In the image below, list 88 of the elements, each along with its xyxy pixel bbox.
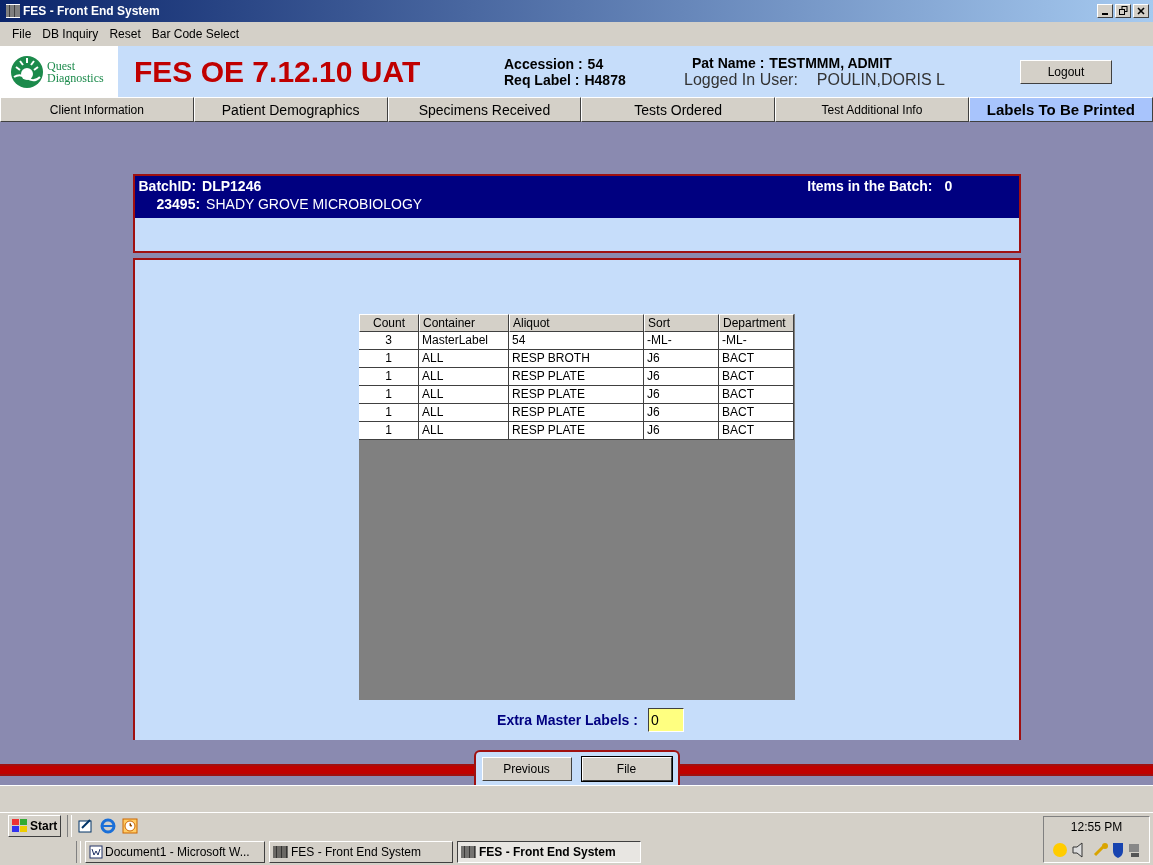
column-header[interactable]: Sort	[644, 314, 719, 333]
window-title: FES - Front End System	[23, 3, 160, 18]
tab[interactable]: Client Information	[0, 97, 194, 123]
table-cell: ALL	[419, 404, 509, 423]
minimize-button[interactable]	[1097, 3, 1113, 18]
req-value: H4878	[584, 71, 626, 88]
table-cell: -ML-	[644, 332, 719, 351]
tab[interactable]: Test Additional Info	[775, 97, 969, 123]
taskbar-button[interactable]: FES - Front End System	[269, 841, 453, 863]
barcode-icon	[273, 845, 289, 859]
previous-button[interactable]: Previous	[481, 756, 572, 781]
table-cell: ALL	[419, 422, 509, 441]
column-header[interactable]: Department	[719, 314, 794, 333]
tab[interactable]: Specimens Received	[387, 97, 582, 123]
items-label: Items in the Batch:	[807, 178, 933, 195]
table-cell: 1	[359, 404, 419, 423]
clock: 12:55 PM	[1070, 820, 1123, 835]
tab[interactable]: Labels To Be Printed	[968, 97, 1153, 123]
batch-id-label: BatchID:	[138, 178, 197, 195]
menu-item[interactable]: Reset	[109, 26, 141, 41]
column-header[interactable]: Container	[419, 314, 509, 333]
patient-label: Pat Name :	[692, 54, 765, 71]
desktop-icon[interactable]	[78, 818, 95, 834]
user-label: Logged In User:	[684, 70, 798, 89]
table-cell: ALL	[419, 386, 509, 405]
menu-item[interactable]: File	[12, 26, 32, 41]
sun-logo-icon	[10, 54, 44, 89]
close-button[interactable]	[1133, 3, 1149, 18]
barcode-icon	[6, 3, 20, 18]
restore-button[interactable]	[1115, 3, 1131, 18]
menu-item[interactable]: Bar Code Select	[151, 26, 240, 41]
table-cell: J6	[644, 422, 719, 441]
table-cell: RESP PLATE	[509, 386, 644, 405]
table-cell: BACT	[719, 368, 794, 387]
table-cell: RESP BROTH	[509, 350, 644, 369]
accession-label: Accession :	[504, 55, 583, 72]
menu-item[interactable]: DB Inquiry	[42, 26, 99, 41]
extra-labels-label: Extra Master Labels :	[497, 712, 638, 729]
table-cell: J6	[644, 386, 719, 405]
taskbar-button[interactable]: Document1 - Microsoft W...	[85, 841, 265, 863]
close-icon	[1137, 6, 1145, 15]
table-cell: MasterLabel	[419, 332, 509, 351]
logo-text: Diagnostics	[47, 71, 104, 84]
restore-icon	[1118, 6, 1128, 16]
start-button[interactable]: Start	[8, 815, 62, 837]
table-cell: RESP PLATE	[509, 404, 644, 423]
table-cell: BACT	[719, 350, 794, 369]
minimize-icon	[1102, 12, 1108, 15]
app-title: FES OE 7.12.10 UAT	[134, 54, 422, 89]
extra-labels-field[interactable]: 0	[647, 708, 684, 733]
table-cell: J6	[644, 368, 719, 387]
logo-text: Quest	[47, 59, 76, 72]
clock-icon[interactable]	[122, 818, 139, 834]
barcode-icon	[461, 845, 477, 859]
table-cell: 1	[359, 422, 419, 441]
client-code: 23495:	[156, 196, 201, 213]
items-count: 0	[944, 178, 954, 195]
table-cell: J6	[644, 350, 719, 369]
accession-value: 54	[587, 55, 604, 72]
table-cell: 3	[359, 332, 419, 351]
table-cell: RESP PLATE	[509, 422, 644, 441]
table-cell: 1	[359, 350, 419, 369]
column-header[interactable]: Aliquot	[509, 314, 644, 333]
table-cell: ALL	[419, 350, 509, 369]
table-cell: BACT	[719, 386, 794, 405]
logout-button[interactable]: Logout	[1020, 59, 1112, 84]
user-name: POULIN,DORIS L	[816, 70, 945, 89]
tab[interactable]: Tests Ordered	[581, 97, 776, 123]
client-name: SHADY GROVE MICROBIOLOGY	[206, 196, 423, 213]
table-cell: J6	[644, 404, 719, 423]
table-cell: 1	[359, 368, 419, 387]
table-cell: RESP PLATE	[509, 368, 644, 387]
patient-name: TESTMMM, ADMIT	[769, 54, 892, 71]
taskbar-button[interactable]: FES - Front End System	[457, 841, 641, 863]
document-icon	[89, 845, 103, 859]
table-cell: 54	[509, 332, 644, 351]
table-cell: 1	[359, 386, 419, 405]
tab[interactable]: Patient Demographics	[193, 97, 388, 123]
file-button[interactable]: File	[581, 756, 672, 781]
batch-id: DLP1246	[202, 178, 262, 195]
table-cell: ALL	[419, 368, 509, 387]
windows-logo-icon	[12, 819, 28, 833]
req-label: Req Label :	[504, 71, 580, 88]
table-cell: -ML-	[719, 332, 794, 351]
table-cell: BACT	[719, 422, 794, 441]
column-header[interactable]: Count	[359, 314, 419, 333]
table-cell: BACT	[719, 404, 794, 423]
browser-icon[interactable]	[100, 818, 117, 834]
